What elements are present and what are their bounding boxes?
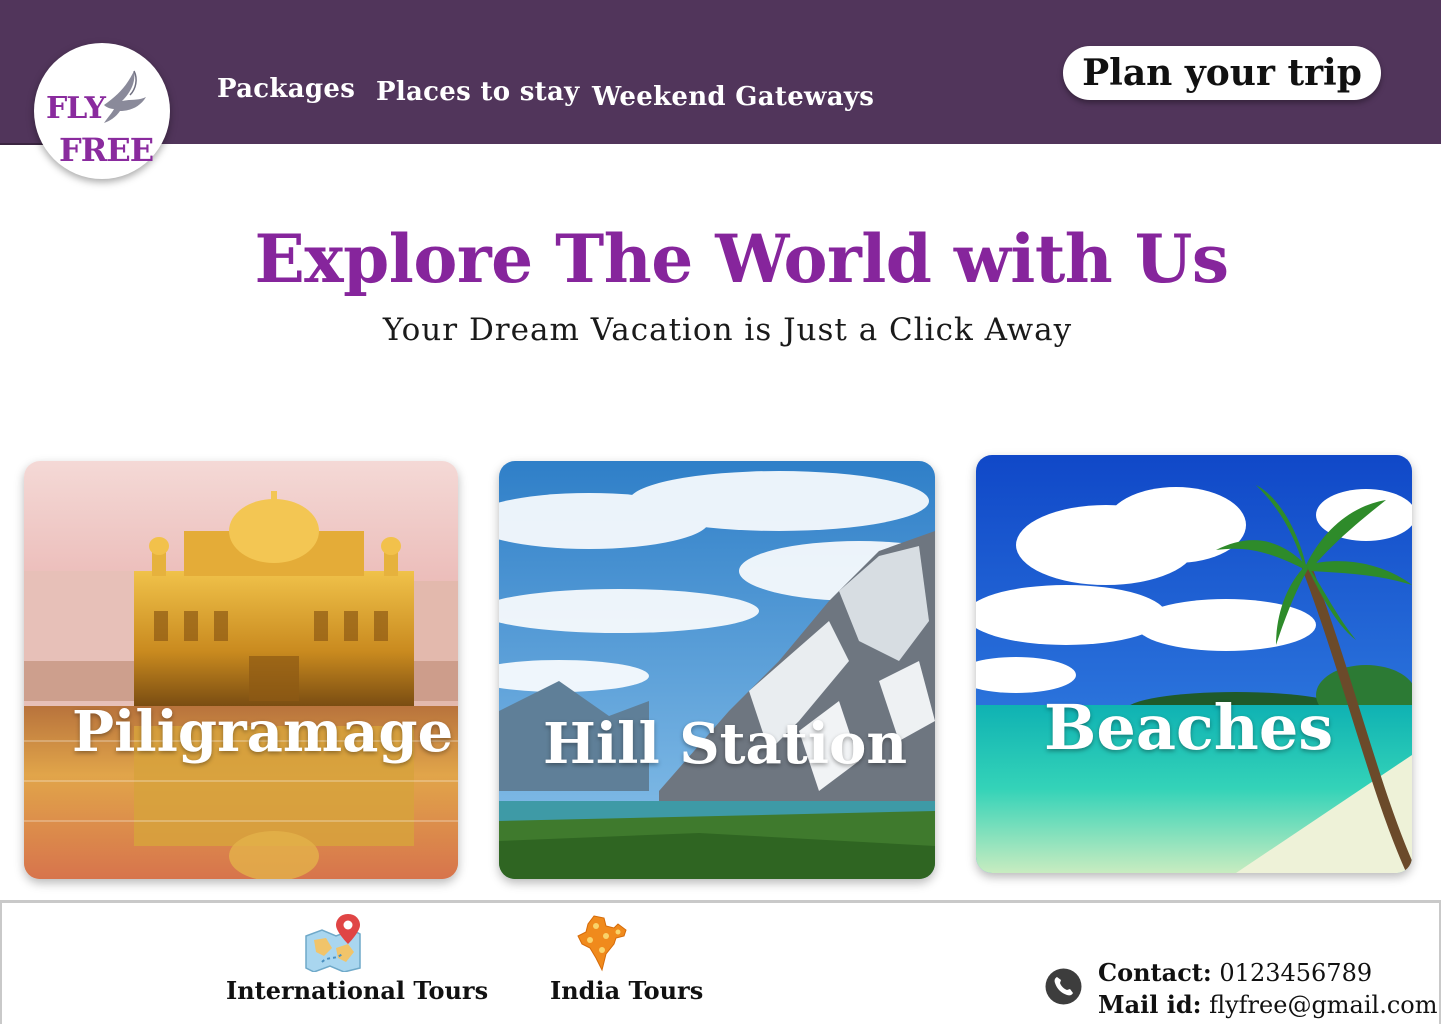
golden-temple-photo	[24, 461, 458, 879]
contact-phone-label: Contact:	[1098, 958, 1212, 987]
international-tours-link[interactable]: International Tours	[226, 910, 489, 1006]
india-tours-label: India Tours	[550, 976, 704, 1005]
contact-mail-value[interactable]: flyfree@gmail.com	[1209, 991, 1437, 1019]
contact-mail: Mail id: flyfree@gmail.com	[1098, 990, 1438, 1019]
nav-weekend-gateways[interactable]: Weekend Gateways	[592, 82, 874, 112]
card-hill-station[interactable]: Hill Station	[499, 461, 935, 879]
card-beaches[interactable]: Beaches	[976, 455, 1412, 873]
logo-text-free: FREE	[59, 131, 154, 169]
phone-icon	[1045, 968, 1082, 1005]
card-pilgrimage[interactable]: Piligramage	[24, 461, 458, 879]
bird-icon	[104, 70, 146, 123]
contact-phone: Contact: 0123456789	[1098, 958, 1372, 987]
tropical-beach-photo	[976, 455, 1412, 873]
india-tours-link[interactable]: India Tours	[546, 912, 703, 1006]
nav-packages[interactable]: Packages	[217, 74, 355, 104]
footer-divider	[0, 900, 1441, 903]
card-label-beaches: Beaches	[1044, 691, 1334, 764]
contact-phone-value[interactable]: 0123456789	[1219, 959, 1372, 987]
hero-subtitle: Your Dream Vacation is Just a Click Away	[382, 312, 1073, 348]
logo-text-fly: FLY	[46, 91, 106, 126]
india-map-icon	[577, 915, 627, 972]
international-tours-label: International Tours	[226, 976, 489, 1005]
card-label-hill-station: Hill Station	[543, 711, 908, 777]
plan-your-trip-button[interactable]: Plan your trip	[1063, 46, 1381, 100]
nav-places-to-stay[interactable]: Places to stay	[376, 77, 580, 107]
logo[interactable]: FLY FREE	[34, 43, 170, 179]
mountain-lake-photo	[499, 461, 935, 879]
contact-mail-label: Mail id:	[1098, 990, 1202, 1019]
hero-title: Explore The World with Us	[254, 220, 1230, 298]
card-label-pilgrimage: Piligramage	[72, 699, 454, 765]
footer-border-left	[0, 900, 2, 1024]
world-map-icon	[305, 914, 361, 972]
